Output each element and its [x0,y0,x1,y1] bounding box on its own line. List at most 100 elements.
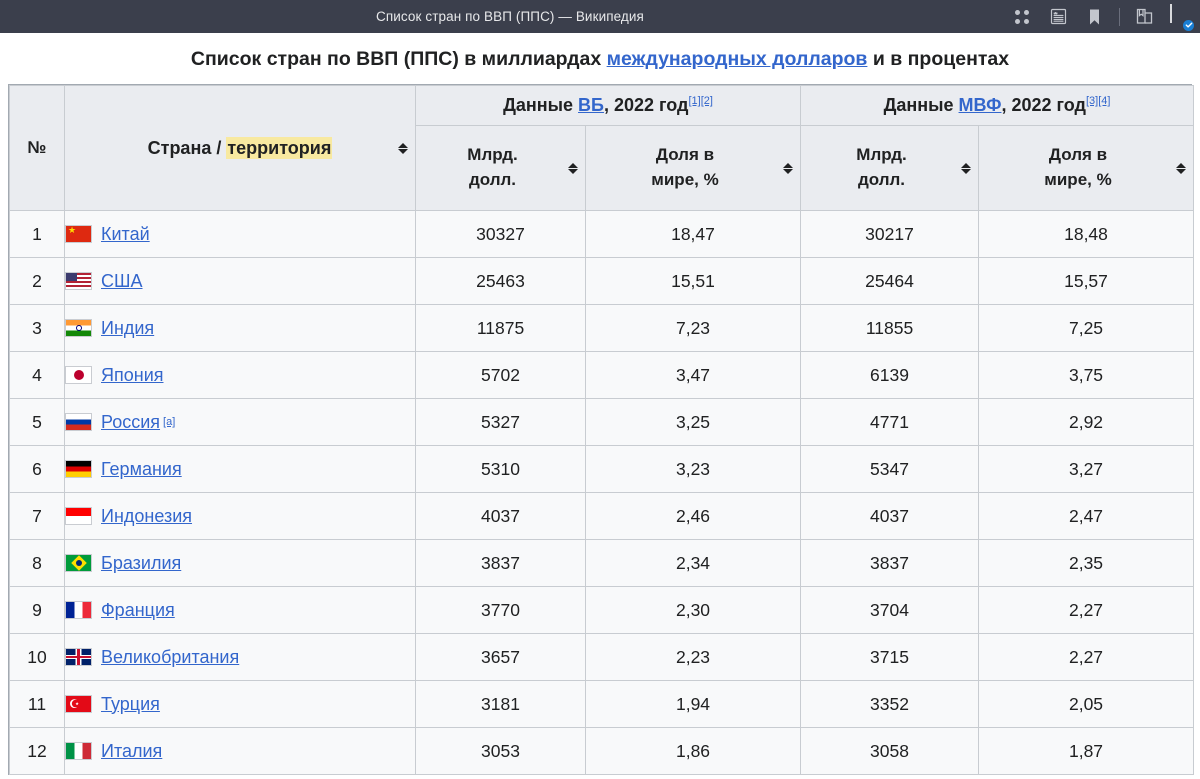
avatar-image [1170,4,1172,23]
cell-country: Бразилия [65,540,416,587]
cell-wb-share: 15,51 [586,258,801,305]
column-header-country[interactable]: Страна / территория [65,86,416,211]
cell-wb-billions: 11875 [416,305,586,352]
wb-group-prefix: Данные [503,95,578,115]
country-header-label: Страна / территория [148,137,333,159]
flag-icon [65,695,92,713]
country-link[interactable]: Турция [101,694,160,715]
country-link[interactable]: Индия [101,318,154,339]
cell-imf-share: 7,25 [979,305,1194,352]
country-link[interactable]: Германия [101,459,182,480]
collections-icon[interactable] [1134,6,1156,28]
wb-references[interactable]: [1][2] [688,95,712,107]
rank-header-label: № [28,138,47,157]
country-link[interactable]: Франция [101,600,175,621]
sort-arrows-icon[interactable] [961,161,971,175]
flag-icon [65,507,92,525]
cell-imf-share: 2,27 [979,634,1194,681]
imf-share-line2: мире, % [1044,170,1111,189]
sort-arrows-icon[interactable] [568,161,578,175]
cell-rank: 7 [10,493,65,540]
cell-wb-billions: 5310 [416,446,586,493]
table-head: № Страна / территория Данные ВБ, 2022 го… [10,86,1194,211]
flag-icon [65,460,92,478]
imf-billions-line1: Млрд. [856,145,906,164]
cell-imf-billions: 3715 [801,634,979,681]
profile-avatar[interactable] [1170,6,1192,28]
imf-share-line1: Доля в [1049,145,1107,164]
cell-rank: 1 [10,211,65,258]
column-header-wb-billions[interactable]: Млрд. долл. [416,126,586,211]
verified-badge-icon [1182,19,1195,32]
table-row: 5Россия[a]53273,2547712,92 [10,399,1194,446]
cell-rank: 9 [10,587,65,634]
table-row: 7Индонезия40372,4640372,47 [10,493,1194,540]
cell-imf-share: 3,27 [979,446,1194,493]
cell-imf-billions: 3704 [801,587,979,634]
flag-icon [65,554,92,572]
cell-country: Турция [65,681,416,728]
table-row: 8Бразилия38372,3438372,35 [10,540,1194,587]
cell-imf-share: 2,27 [979,587,1194,634]
cell-imf-share: 3,75 [979,352,1194,399]
country-link[interactable]: Италия [101,741,162,762]
footnote-marker[interactable]: [a] [163,416,175,428]
country-link[interactable]: Япония [101,365,164,386]
cell-wb-share: 1,94 [586,681,801,728]
cell-wb-billions: 3053 [416,728,586,775]
cell-wb-share: 1,86 [586,728,801,775]
table-row: 6Германия53103,2353473,27 [10,446,1194,493]
country-link[interactable]: Россия [101,412,160,433]
cell-imf-billions: 3837 [801,540,979,587]
table-row: 12Италия30531,8630581,87 [10,728,1194,775]
cell-wb-billions: 30327 [416,211,586,258]
sort-arrows-icon[interactable] [783,161,793,175]
cell-wb-billions: 3837 [416,540,586,587]
sort-arrows-icon[interactable] [398,141,408,155]
cell-country: Великобритания [65,634,416,681]
page-title: Список стран по ВВП (ППС) в миллиардах м… [0,48,1200,71]
cell-wb-share: 3,25 [586,399,801,446]
cell-imf-billions: 11855 [801,305,979,352]
cell-wb-share: 2,46 [586,493,801,540]
imf-link[interactable]: МВФ [959,95,1002,115]
imf-references[interactable]: [3][4] [1086,95,1110,107]
country-link[interactable]: Индонезия [101,506,192,527]
wb-billions-line1: Млрд. [467,145,517,164]
cell-rank: 8 [10,540,65,587]
cell-country: Германия [65,446,416,493]
flag-icon [65,366,92,384]
international-dollars-link[interactable]: международных долларов [607,48,868,70]
wb-share-line2: мире, % [651,170,718,189]
column-header-rank: № [10,86,65,211]
country-link[interactable]: Бразилия [101,553,181,574]
cell-imf-billions: 25464 [801,258,979,305]
bookmark-icon[interactable] [1083,6,1105,28]
titlebar-divider [1119,8,1120,26]
reader-mode-icon[interactable] [1047,6,1069,28]
country-link[interactable]: Китай [101,224,150,245]
cell-imf-share: 2,35 [979,540,1194,587]
table-body: 1Китай3032718,473021718,482США2546315,51… [10,211,1194,775]
cell-rank: 2 [10,258,65,305]
country-link[interactable]: США [101,271,143,292]
sort-arrows-icon[interactable] [1176,161,1186,175]
country-link[interactable]: Великобритания [101,647,239,668]
cell-rank: 4 [10,352,65,399]
column-header-imf-billions[interactable]: Млрд. долл. [801,126,979,211]
column-header-imf-share[interactable]: Доля в мире, % [979,126,1194,211]
app-grid-icon[interactable] [1011,6,1033,28]
cell-wb-share: 2,34 [586,540,801,587]
cell-country: Япония [65,352,416,399]
imf-billions-line2: долл. [858,170,905,189]
cell-imf-billions: 3352 [801,681,979,728]
titlebar-actions [1011,6,1200,28]
cell-country: Франция [65,587,416,634]
cell-rank: 12 [10,728,65,775]
cell-rank: 10 [10,634,65,681]
wb-link[interactable]: ВБ [578,95,604,115]
cell-country: США [65,258,416,305]
cell-country: Индия [65,305,416,352]
column-header-wb-share[interactable]: Доля в мире, % [586,126,801,211]
table-row: 1Китай3032718,473021718,48 [10,211,1194,258]
